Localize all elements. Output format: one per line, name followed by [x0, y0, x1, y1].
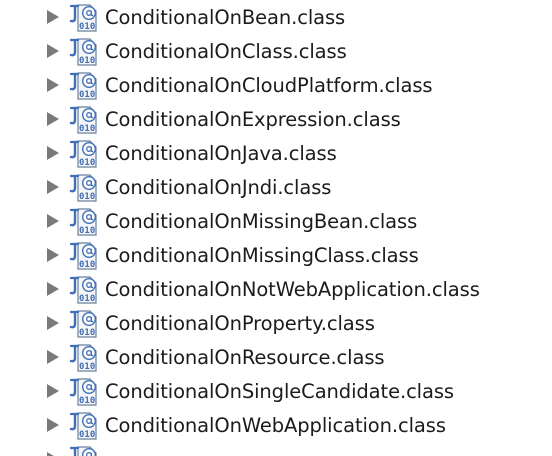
svg-text:010: 010 [79, 396, 95, 406]
expand-arrow-icon[interactable] [47, 180, 59, 194]
tree-item-label: ConditionalOnProperty.class [105, 312, 375, 335]
svg-text:010: 010 [79, 294, 95, 304]
expand-arrow-icon[interactable] [47, 44, 59, 58]
expand-arrow-icon[interactable] [47, 214, 59, 228]
svg-text:010: 010 [79, 226, 95, 236]
tree-item-label: ConditionalOnJndi.class [105, 176, 332, 199]
expand-arrow-icon[interactable] [47, 248, 59, 262]
class-file-annotation-icon: 010 [69, 4, 97, 32]
class-file-annotation-icon: 010 [69, 242, 97, 270]
tree-item-label: ConditionalOnJava.class [105, 142, 337, 165]
class-file-annotation-icon: 010 [69, 378, 97, 406]
class-file-annotation-icon: 010 [69, 208, 97, 236]
tree-row[interactable]: 010 ConditionalOnSingleCandidate.class [0, 374, 552, 408]
tree-row[interactable]: 010 ConditionalOnCloudPlatform.class [0, 68, 552, 102]
expand-arrow-icon[interactable] [47, 350, 59, 364]
expand-arrow-icon[interactable] [47, 78, 59, 92]
tree-row[interactable]: 010 ConditionalOnMissingBean.class [0, 204, 552, 238]
expand-arrow-icon[interactable] [47, 316, 59, 330]
tree-item-label: ConditionalOnNotWebApplication.class [105, 278, 480, 301]
class-file-annotation-icon: 010 [69, 310, 97, 338]
expand-arrow-icon[interactable] [47, 112, 59, 126]
expand-arrow-icon[interactable] [47, 384, 59, 398]
tree-row[interactable]: 010 ConditionalOnExpression.class [0, 102, 552, 136]
tree-item-label: ConditionalOnExpression.class [105, 108, 401, 131]
class-file-annotation-icon: 010 [69, 174, 97, 202]
tree-row[interactable]: 010 ConditionalOnClass.class [0, 34, 552, 68]
class-file-annotation-icon: 010 [69, 276, 97, 304]
tree-item-label: ConditionalOnResource.class [105, 346, 385, 369]
tree-item-label: ConditionalOnClass.class [105, 40, 347, 63]
expand-arrow-icon[interactable] [47, 452, 59, 456]
class-file-annotation-icon: 010 [69, 72, 97, 100]
svg-text:010: 010 [79, 430, 95, 440]
expand-arrow-icon[interactable] [47, 282, 59, 296]
tree-item-label: ConditionalOnMissingBean.class [105, 210, 418, 233]
tree-item-label: ConditionalOnCloudPlatform.class [105, 74, 433, 97]
tree-row[interactable]: 010 ConditionalOnResource.class [0, 340, 552, 374]
expand-arrow-icon[interactable] [47, 10, 59, 24]
svg-text:010: 010 [79, 192, 95, 202]
tree-row[interactable]: 010 ConditionalOnMissingClass.class [0, 238, 552, 272]
tree-row[interactable]: 010 ConditionalOnNotWebApplication.class [0, 272, 552, 306]
tree-item-label: ConditionalOnWebApplication.class [105, 414, 446, 437]
expand-arrow-icon[interactable] [47, 418, 59, 432]
svg-text:010: 010 [79, 56, 95, 66]
tree-row[interactable]: 010 ConditionalOnProperty.class [0, 306, 552, 340]
expand-arrow-icon[interactable] [47, 146, 59, 160]
tree-item-label: ConditionalOnBean.class [105, 6, 346, 29]
class-file-annotation-icon: 010 [69, 38, 97, 66]
svg-text:010: 010 [79, 124, 95, 134]
tree-row[interactable]: 010 ConditionalOnWebApplication.class [0, 408, 552, 442]
class-file-annotation-icon: 010 [69, 140, 97, 168]
tree-item-label: ConditionalOnMissingClass.class [105, 244, 419, 267]
svg-text:010: 010 [79, 362, 95, 372]
svg-text:010: 010 [79, 158, 95, 168]
class-file-annotation-icon: 010 [69, 106, 97, 134]
svg-text:010: 010 [79, 22, 95, 32]
svg-text:010: 010 [79, 90, 95, 100]
tree-row[interactable]: 010 ConditionalOnBean.class [0, 0, 552, 34]
class-file-annotation-icon: 010 [69, 412, 97, 440]
class-tree-view: 010 ConditionalOnBean.class 010 Conditio… [0, 0, 552, 456]
svg-text:010: 010 [79, 260, 95, 270]
tree-item-label: ConditionalOnSingleCandidate.class [105, 380, 454, 403]
svg-text:010: 010 [79, 328, 95, 338]
tree-row-partial[interactable]: 010 [0, 442, 552, 456]
class-tree-list: 010 ConditionalOnBean.class 010 Conditio… [0, 0, 552, 456]
class-file-annotation-icon: 010 [69, 446, 97, 456]
class-file-annotation-icon: 010 [69, 344, 97, 372]
tree-row[interactable]: 010 ConditionalOnJndi.class [0, 170, 552, 204]
tree-row[interactable]: 010 ConditionalOnJava.class [0, 136, 552, 170]
